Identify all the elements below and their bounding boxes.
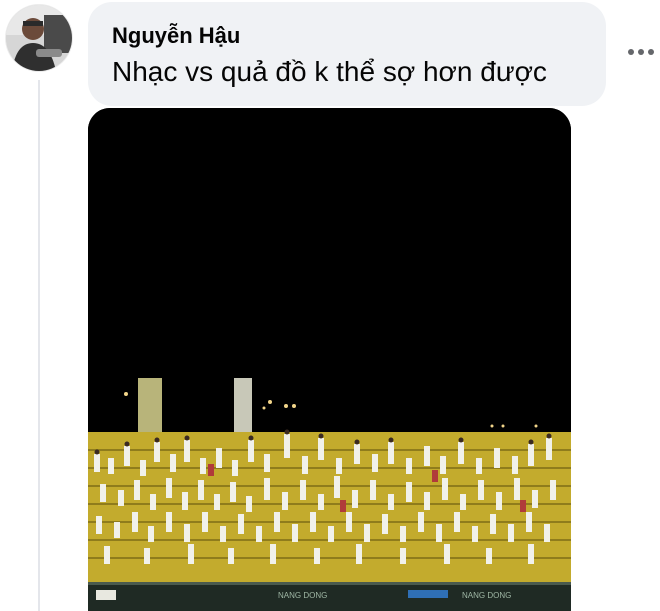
comment: Nguyễn Hậu Nhạc vs quả đồ k thể sợ hơn đ… [0,0,660,611]
more-horizontal-icon-dot [648,49,654,55]
stadium-image: NANG DONG NANG DONG [88,108,571,611]
board-text-right: NANG DONG [462,591,511,600]
more-options-button[interactable] [628,40,660,64]
more-horizontal-icon [628,49,634,55]
comment-media-video[interactable]: NANG DONG NANG DONG [88,108,571,611]
board-text-left: NANG DONG [278,591,327,600]
comment-text: Nhạc vs quả đồ k thể sợ hơn được [112,56,547,87]
comment-bubble: Nguyễn Hậu Nhạc vs quả đồ k thể sợ hơn đ… [88,2,606,106]
more-horizontal-icon-dot [638,49,644,55]
comment-author[interactable]: Nguyễn Hậu [112,23,606,49]
thread-line [38,80,40,611]
avatar-photo [6,5,72,71]
avatar[interactable] [6,5,72,71]
